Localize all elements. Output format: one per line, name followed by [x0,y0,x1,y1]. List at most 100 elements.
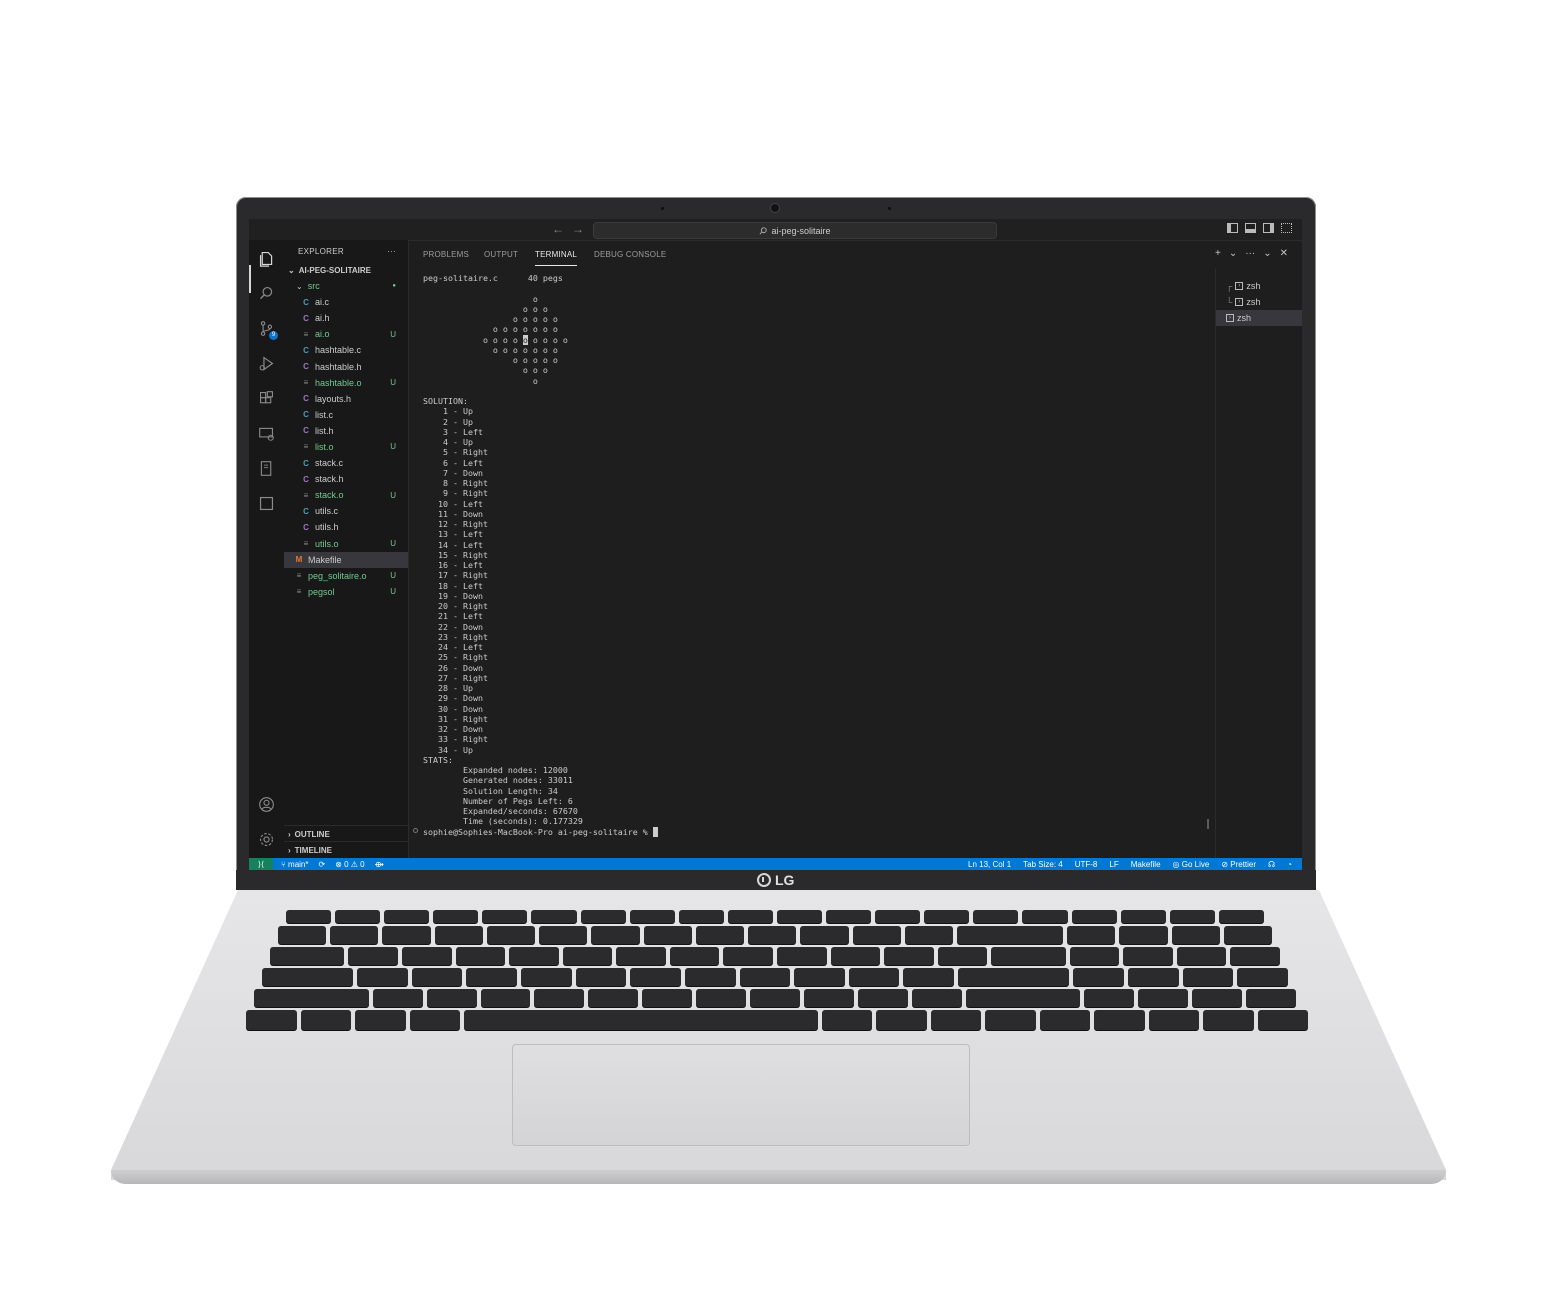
branch-status[interactable]: ⑂ main* [281,860,308,869]
file-item[interactable]: ≡ stack.o U [284,487,408,503]
project-name: AI-PEG-SOLITAIRE [298,265,371,275]
solution-move: 3 - Left [423,426,483,437]
timeline-section[interactable]: › TIMELINE [284,841,408,858]
file-name: pegsol [308,586,335,597]
account-icon[interactable] [258,796,275,813]
file-item[interactable]: ≡ ai.o U [284,326,408,342]
terminal-item-active[interactable]: › zsh [1216,310,1302,326]
remote-explorer-icon[interactable] [258,425,275,442]
terminal-name: zsh [1246,297,1261,307]
project-folder[interactable]: ⌄ AI-PEG-SOLITAIRE [284,262,408,278]
tab-output[interactable]: OUTPUT [484,250,518,259]
c-file-icon: C [303,506,309,516]
problems-status[interactable]: ⊗ 0 ⚠ 0 [335,860,364,869]
outline-label: OUTLINE [294,829,330,839]
maximize-panel-icon[interactable]: ⌄ [1263,248,1271,259]
sync-icon[interactable]: ⟳ [318,860,325,869]
file-item[interactable]: Cutils.h [284,519,408,535]
encoding[interactable]: UTF-8 [1075,860,1098,869]
terminal-cursor [652,826,658,837]
file-name: hashtable.o [315,377,362,388]
terminal-list: ┌ › zsh └ › zsh › zsh [1215,268,1302,858]
file-item[interactable]: Chashtable.c [284,342,408,358]
file-item[interactable]: ≡ utils.o U [284,536,408,552]
close-panel-icon[interactable]: ✕ [1280,248,1288,259]
explorer-header: EXPLORER ··· [284,240,408,262]
terminal-header-line: peg-solitaire.c 40 pegs [423,273,563,283]
source-control-icon[interactable]: 9 [258,320,278,340]
run-debug-icon[interactable] [258,355,275,372]
binary-file-icon: ≡ [303,490,309,500]
terminal-item[interactable]: ┌ › zsh [1216,278,1302,294]
terminal-scrollbar[interactable] [1207,819,1209,829]
file-item[interactable]: ≡ list.o U [284,439,408,455]
prettier-button[interactable]: ⊘ Prettier [1221,860,1256,869]
git-status-badge: U [390,378,396,388]
solution-move: 1 - Up [423,406,473,417]
keyboard-function-row [286,910,1264,923]
chevron-right-icon: › [288,845,291,855]
notebook-icon[interactable] [258,460,275,477]
folder-src[interactable]: ⌄ src ● [284,278,408,294]
nav-arrows[interactable]: ←→ [552,222,592,236]
go-live-button[interactable]: ◎ Go Live [1173,860,1210,869]
tab-size[interactable]: Tab Size: 4 [1023,860,1063,869]
file-item[interactable]: ≡ hashtable.o U [284,375,408,391]
keyboard-shift-row [254,989,1296,1007]
file-name: hashtable.c [315,345,362,356]
tab-debug-console[interactable]: DEBUG CONSOLE [594,250,666,259]
toggle-panel-icon[interactable] [1245,223,1256,233]
end-of-line[interactable]: LF [1109,860,1118,869]
cursor-position[interactable]: Ln 13, Col 1 [968,860,1011,869]
terminal-icon: › [1235,282,1244,290]
tab-problems[interactable]: PROBLEMS [423,250,469,259]
notifications-bell-icon[interactable]: ◔ [1287,860,1292,869]
prettier-label: Prettier [1230,859,1257,869]
terminal-output[interactable]: peg-solitaire.c 40 pegs o o o o o o o o … [423,273,1203,858]
file-item[interactable]: Cutils.c [284,503,408,519]
outline-section[interactable]: › OUTLINE [284,825,408,842]
tab-terminal[interactable]: TERMINAL [535,250,577,259]
explorer-more-icon[interactable]: ··· [387,247,396,256]
command-center-search[interactable]: ai-peg-solitaire [593,222,997,239]
terminal-item[interactable]: └ › zsh [1216,294,1302,310]
language-mode[interactable]: Makefile [1131,860,1161,869]
customize-layout-icon[interactable] [1281,223,1292,233]
file-item[interactable]: ≡ pegsol U [284,584,408,600]
explorer-icon[interactable] [258,250,275,267]
file-item[interactable]: Cstack.h [284,471,408,487]
back-arrow-icon[interactable]: ← [552,222,572,236]
remote-indicator-icon[interactable]: ⟩⟨ [249,858,273,870]
new-terminal-icon[interactable]: + [1215,248,1221,259]
file-item[interactable]: Cstack.c [284,455,408,471]
feedback-icon[interactable]: ☊ [1268,860,1275,869]
laptop-base-edge [111,1170,1446,1184]
brand-logo: LG [757,871,794,889]
square-panel-icon[interactable] [258,495,275,512]
file-item[interactable]: Cai.c [284,294,408,310]
extensions-icon[interactable] [258,390,275,407]
prettier-icon: ⊘ [1221,859,1231,869]
settings-gear-icon[interactable] [258,831,275,848]
c-file-icon: C [303,522,309,532]
active-tab-underline [535,265,577,266]
file-item[interactable]: M Makefile [284,551,408,568]
file-item[interactable]: Clist.h [284,423,408,439]
toggle-sidebar-icon[interactable] [1227,223,1238,233]
terminal-dropdown-icon[interactable]: ⌄ [1229,248,1237,259]
toggle-secondary-sidebar-icon[interactable] [1263,223,1274,233]
explorer-title: EXPLORER [298,246,344,256]
file-item[interactable]: Chashtable.h [284,358,408,374]
search-icon[interactable] [258,285,275,302]
folder-status-dot: ● [392,283,396,290]
file-item[interactable]: Cai.h [284,310,408,326]
run-task-icon[interactable]: ⟴ [375,860,384,869]
board-row: o [423,293,538,304]
file-item[interactable]: ≡ peg_solitaire.o U [284,568,408,584]
binary-file-icon: ≡ [303,378,309,388]
file-item[interactable]: Clayouts.h [284,391,408,407]
file-item[interactable]: Clist.c [284,407,408,423]
forward-arrow-icon[interactable]: → [572,222,592,236]
more-actions-icon[interactable]: ··· [1245,248,1255,259]
